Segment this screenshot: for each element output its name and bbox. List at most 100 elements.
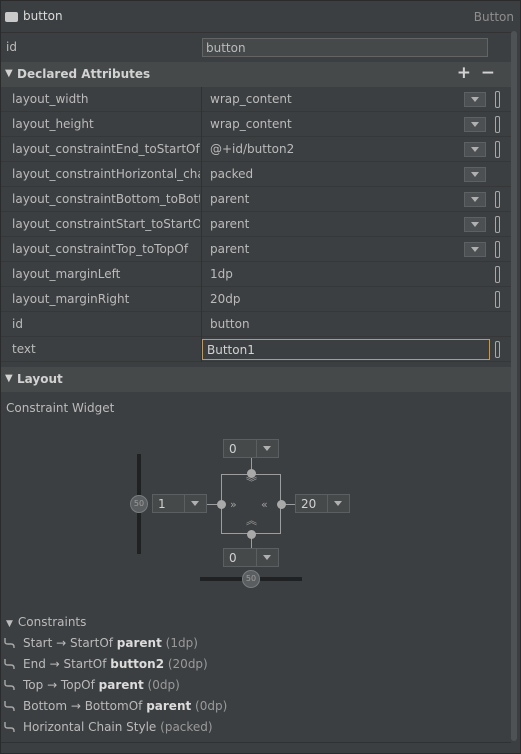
- dropdown-icon[interactable]: [464, 242, 486, 257]
- resource-picker-icon[interactable]: [495, 266, 500, 283]
- attribute-row[interactable]: layout_marginLeft 1dp: [1, 262, 511, 287]
- column-divider: [201, 237, 202, 262]
- attribute-value[interactable]: 1dp: [210, 267, 233, 281]
- constraint-margin: (20dp): [164, 657, 208, 671]
- scrollbar[interactable]: [511, 31, 517, 741]
- attribute-value[interactable]: wrap_content: [210, 92, 292, 106]
- constraints-title: Constraints: [17, 615, 87, 629]
- chevron-down-icon[interactable]: [327, 495, 349, 512]
- margin-left-combo[interactable]: 1: [152, 494, 207, 513]
- attribute-name: layout_width: [12, 92, 89, 106]
- column-divider: [201, 137, 202, 162]
- attribute-value[interactable]: packed: [210, 167, 253, 181]
- attribute-row[interactable]: layout_constraintTop_toTopOf parent: [1, 237, 511, 262]
- column-divider: [201, 87, 202, 112]
- chevron-up-icon: ︽: [246, 514, 257, 527]
- margin-top-value: 0: [229, 442, 237, 456]
- attribute-row[interactable]: layout_constraintEnd_toStartOf @+id/butt…: [1, 137, 511, 162]
- margin-right-value: 20: [301, 497, 317, 511]
- chevron-down-icon[interactable]: [184, 495, 206, 512]
- horizontal-bias-knob[interactable]: 50: [242, 570, 260, 588]
- constraints-header[interactable]: ▼ Constraints: [6, 615, 86, 629]
- attribute-value[interactable]: 20dp: [210, 292, 241, 306]
- constraint-text: End → StartOf: [23, 657, 111, 671]
- margin-top-combo[interactable]: 0: [223, 439, 279, 458]
- constraint-item[interactable]: Bottom → BottomOf parent (0dp): [4, 696, 504, 717]
- constraint-text: Bottom → BottomOf: [23, 699, 147, 713]
- attribute-name: layout_marginLeft: [12, 267, 121, 281]
- resource-picker-icon[interactable]: [495, 191, 500, 208]
- attribute-name: text: [12, 342, 36, 356]
- constraint-margin: (packed): [160, 720, 213, 734]
- attribute-row[interactable]: layout_marginRight 20dp: [1, 287, 511, 312]
- attribute-value[interactable]: button: [210, 317, 250, 331]
- chevron-down-icon[interactable]: [256, 440, 278, 457]
- constraint-item[interactable]: Horizontal Chain Style (packed): [4, 717, 504, 738]
- chevron-right-icon: »: [230, 498, 237, 511]
- declared-attributes-title: Declared Attributes: [17, 67, 151, 81]
- attribute-value[interactable]: @+id/button2: [210, 142, 294, 156]
- right-anchor-handle[interactable]: [277, 500, 286, 509]
- attribute-value[interactable]: parent: [210, 192, 249, 206]
- resource-picker-icon[interactable]: [495, 116, 500, 133]
- constraint-item[interactable]: End → StartOf button2 (20dp): [4, 654, 504, 675]
- bottom-anchor-handle[interactable]: [247, 530, 256, 539]
- column-divider: [201, 112, 202, 137]
- dropdown-icon[interactable]: [464, 92, 486, 107]
- chevron-left-icon: «: [261, 498, 268, 511]
- chevron-down-icon[interactable]: [256, 549, 278, 566]
- dropdown-icon[interactable]: [464, 117, 486, 132]
- attributes-panel: button Button id ▼ Declared Attributes +…: [0, 0, 521, 754]
- attribute-name: id: [12, 317, 23, 331]
- resource-picker-icon[interactable]: [495, 216, 500, 233]
- resource-picker-icon[interactable]: [495, 141, 500, 158]
- constraint-icon: [4, 659, 15, 669]
- margin-bottom-combo[interactable]: 0: [223, 548, 279, 567]
- constraints-list: Start → StartOf parent (1dp) End → Start…: [4, 633, 504, 738]
- attribute-name: layout_constraintBottom_toBottomOf: [12, 192, 200, 206]
- attribute-row[interactable]: layout_height wrap_content: [1, 112, 511, 137]
- attribute-value[interactable]: parent: [210, 217, 249, 231]
- attribute-row[interactable]: layout_constraintBottom_toBottomOf paren…: [1, 187, 511, 212]
- id-input[interactable]: [202, 38, 488, 57]
- attribute-value[interactable]: parent: [210, 242, 249, 256]
- text-value-input[interactable]: [202, 339, 490, 360]
- resource-picker-icon[interactable]: [495, 291, 500, 308]
- collapse-triangle-icon[interactable]: ▼: [5, 373, 13, 384]
- margin-bottom-value: 0: [229, 551, 237, 565]
- attribute-value[interactable]: wrap_content: [210, 117, 292, 131]
- dropdown-icon[interactable]: [464, 217, 486, 232]
- resource-picker-icon[interactable]: [495, 341, 500, 358]
- constraint-item[interactable]: Start → StartOf parent (1dp): [4, 633, 504, 654]
- constraint-margin: (1dp): [161, 636, 198, 650]
- column-divider: [201, 187, 202, 212]
- collapse-triangle-icon[interactable]: ▼: [5, 68, 13, 79]
- margin-left-value: 1: [158, 497, 166, 511]
- resource-picker-icon[interactable]: [495, 241, 500, 258]
- constraint-icon: [4, 722, 15, 732]
- add-attribute-button[interactable]: +: [457, 63, 471, 83]
- left-anchor-handle[interactable]: [217, 500, 226, 509]
- chevron-down-icon: ︾: [246, 476, 257, 489]
- declared-attributes-header[interactable]: ▼ Declared Attributes + −: [1, 62, 511, 87]
- remove-attribute-button[interactable]: −: [481, 63, 495, 83]
- attribute-row[interactable]: text: [1, 337, 511, 362]
- attribute-row[interactable]: id button: [1, 312, 511, 337]
- dropdown-icon[interactable]: [464, 192, 486, 207]
- component-class: Button: [473, 10, 514, 24]
- attribute-name: layout_height: [12, 117, 94, 131]
- layout-section-header[interactable]: ▼ Layout: [1, 367, 511, 392]
- resource-picker-icon[interactable]: [495, 91, 500, 108]
- attribute-row[interactable]: layout_constraintHorizontal_chainStyle p…: [1, 162, 511, 187]
- attribute-row[interactable]: layout_width wrap_content: [1, 87, 511, 112]
- id-row: id: [1, 32, 511, 61]
- attribute-row[interactable]: layout_constraintStart_toStartOf parent: [1, 212, 511, 237]
- dropdown-icon[interactable]: [464, 167, 486, 182]
- collapse-triangle-icon[interactable]: ▼: [6, 619, 13, 629]
- dropdown-icon[interactable]: [464, 142, 486, 157]
- vertical-bias-knob[interactable]: 50: [130, 495, 148, 513]
- component-name: button: [23, 9, 63, 23]
- margin-right-combo[interactable]: 20: [295, 494, 350, 513]
- attributes-table: layout_width wrap_content layout_height …: [1, 87, 511, 362]
- constraint-item[interactable]: Top → TopOf parent (0dp): [4, 675, 504, 696]
